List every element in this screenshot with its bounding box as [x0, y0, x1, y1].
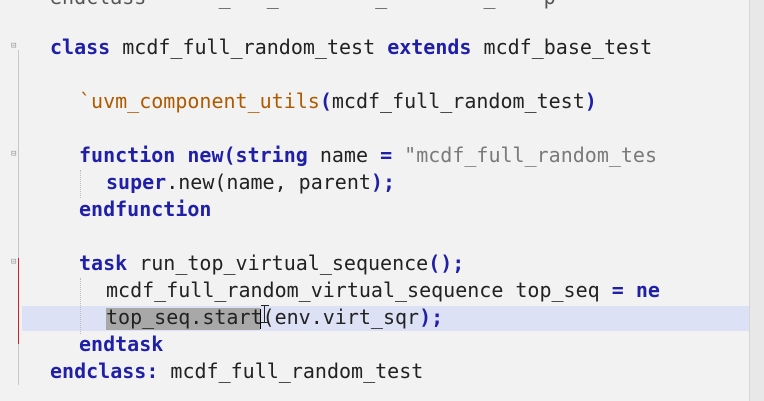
identifier: mcdf_full_random_test — [170, 359, 424, 383]
identifier: mcdf_full_random_test — [122, 35, 376, 59]
operator: = — [380, 143, 393, 167]
identifier: name — [319, 143, 369, 167]
code-line-endtask[interactable]: endtask — [79, 332, 163, 357]
code-line-task[interactable]: task run_top_virtual_sequence(); — [79, 251, 464, 276]
string-literal: "mcdf_full_random_tes — [404, 143, 658, 167]
keyword: extends — [387, 35, 472, 59]
keyword: endtask — [79, 332, 164, 356]
punctuation: ); — [419, 305, 444, 329]
code-line-super[interactable]: super.new(name, parent); — [106, 170, 395, 195]
fold-toggle-icon[interactable]: ⊟ — [11, 42, 19, 51]
keyword: string — [235, 143, 308, 167]
keyword: endfunction — [79, 197, 212, 221]
code-line-seq-decl[interactable]: mcdf_full_random_virtual_sequence top_se… — [106, 278, 660, 303]
code-text: endclass _ _ _ _ p — [50, 0, 556, 9]
keyword: super — [106, 170, 167, 194]
mouse-ibeam-cursor-icon — [261, 305, 269, 323]
code-text: .new(name, parent — [166, 170, 371, 194]
code-line-endfunction[interactable]: endfunction — [79, 197, 211, 222]
punctuation: ( — [223, 143, 236, 167]
code-line-function[interactable]: function new(string name = "mcdf_full_ra… — [79, 143, 657, 168]
indent-guide — [80, 278, 81, 334]
vertical-scrollbar[interactable] — [749, 0, 764, 401]
code-text: mcdf_full_random_virtual_sequence top_se… — [106, 278, 600, 302]
fold-toggle-icon[interactable]: ⊟ — [11, 150, 19, 159]
identifier: run_top_virtual_sequence — [139, 251, 429, 275]
code-line-seq-start[interactable]: top_seq.start(env.virt_sqr); — [106, 305, 443, 330]
fold-toggle-icon[interactable]: ⊟ — [11, 258, 19, 267]
indent-guide — [80, 170, 81, 198]
punctuation: (); — [428, 251, 465, 275]
code-editor[interactable]: ⊟ ⊟ ⊟ endclass _ _ _ _ p class mcdf_full… — [0, 0, 764, 401]
identifier: mcdf_base_test — [483, 35, 653, 59]
keyword: new — [187, 143, 224, 167]
code-line-endclass[interactable]: endclass: mcdf_full_random_test — [50, 359, 423, 384]
punctuation: : — [146, 359, 159, 383]
fold-region-marker — [18, 258, 19, 344]
keyword: task — [79, 251, 128, 275]
selected-text: top_seq.sta — [106, 305, 239, 329]
operator: = — [611, 278, 624, 302]
keyword: ne — [635, 278, 660, 302]
keyword: endclass — [50, 359, 147, 383]
code-line-partial: endclass _ _ _ _ p — [50, 0, 556, 10]
keyword: function — [79, 143, 176, 167]
code-line-class[interactable]: class mcdf_full_random_test extends mcdf… — [50, 35, 652, 60]
punctuation: ) — [584, 89, 597, 113]
identifier: mcdf_full_random_test — [331, 89, 585, 113]
macro: `uvm_component_utils — [79, 89, 320, 113]
keyword: class — [50, 35, 111, 59]
code-line-macro[interactable]: `uvm_component_utils(mcdf_full_random_te… — [79, 89, 597, 114]
punctuation: ); — [370, 170, 396, 194]
punctuation: ( — [319, 89, 332, 113]
